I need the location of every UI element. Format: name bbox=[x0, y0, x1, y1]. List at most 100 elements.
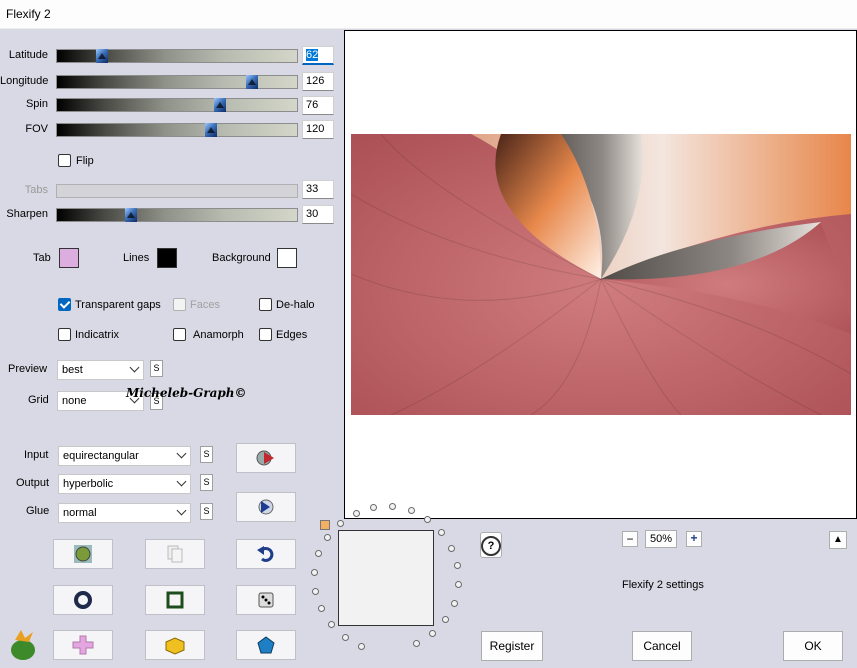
undo-icon bbox=[257, 546, 274, 562]
dial-dot[interactable] bbox=[413, 640, 421, 648]
dial-dot[interactable] bbox=[315, 550, 323, 558]
zoom-out-button[interactable]: − bbox=[622, 531, 638, 547]
cancel-button[interactable]: Cancel bbox=[632, 631, 692, 661]
output-select[interactable]: hyperbolic bbox=[58, 474, 191, 494]
preview-s-button[interactable]: S bbox=[150, 360, 163, 377]
glue-s-button[interactable]: S bbox=[200, 503, 213, 520]
flip-checkbox[interactable] bbox=[58, 154, 71, 167]
sharpen-label: Sharpen bbox=[6, 208, 48, 220]
frame-icon bbox=[166, 591, 184, 609]
zoom-level: 50% bbox=[645, 530, 677, 548]
input-s-button[interactable]: S bbox=[200, 446, 213, 463]
frame-button[interactable] bbox=[145, 585, 205, 615]
dial-dot[interactable] bbox=[352, 509, 360, 517]
browse-button[interactable] bbox=[53, 539, 113, 569]
copy-button[interactable] bbox=[145, 539, 205, 569]
help-button[interactable]: ? bbox=[480, 532, 502, 558]
dial-dot[interactable] bbox=[454, 581, 462, 589]
title-bar: Flexify 2 bbox=[0, 0, 857, 29]
dial-dot[interactable] bbox=[312, 587, 320, 595]
cross-button[interactable] bbox=[53, 630, 113, 660]
dial-dot[interactable] bbox=[450, 599, 458, 607]
sharpen-slider[interactable] bbox=[56, 208, 298, 222]
dial-dot[interactable] bbox=[407, 507, 415, 515]
output-label: Output bbox=[16, 477, 50, 489]
preview-select[interactable]: best bbox=[57, 360, 144, 380]
dial-dot[interactable] bbox=[341, 633, 349, 641]
spin-input[interactable]: 76 bbox=[302, 96, 334, 115]
latitude-slider[interactable] bbox=[56, 49, 298, 63]
pentagon-icon bbox=[257, 636, 275, 654]
cube-button[interactable] bbox=[145, 630, 205, 660]
fov-label: FOV bbox=[25, 123, 48, 135]
cd-play-button[interactable] bbox=[236, 492, 296, 522]
input-label: Input bbox=[24, 449, 49, 461]
preview-pane[interactable] bbox=[344, 30, 857, 519]
dial-dot[interactable] bbox=[448, 544, 456, 552]
longitude-slider[interactable] bbox=[56, 75, 298, 89]
tab-color-swatch[interactable] bbox=[59, 248, 79, 268]
undo-button[interactable] bbox=[236, 539, 296, 569]
play-icon bbox=[256, 450, 274, 466]
chevron-up-icon: ▲ bbox=[833, 534, 843, 545]
dial-dot[interactable] bbox=[424, 516, 432, 524]
glue-select[interactable]: normal bbox=[58, 503, 191, 523]
zoom-in-button[interactable]: + bbox=[686, 531, 702, 547]
register-button[interactable]: Register bbox=[481, 631, 543, 661]
ok-button[interactable]: OK bbox=[783, 631, 843, 661]
spin-slider[interactable] bbox=[56, 98, 298, 112]
random-button[interactable] bbox=[236, 585, 296, 615]
spin-slider-thumb[interactable] bbox=[214, 98, 226, 112]
cd-play-icon bbox=[258, 499, 274, 515]
dial-dot[interactable] bbox=[441, 616, 449, 624]
fov-slider[interactable] bbox=[56, 123, 298, 137]
faces-checkbox bbox=[173, 298, 186, 311]
settings-label: Flexify 2 settings bbox=[622, 579, 704, 591]
dial-dot[interactable] bbox=[358, 642, 366, 650]
longitude-slider-thumb[interactable] bbox=[246, 75, 258, 89]
window-title: Flexify 2 bbox=[6, 7, 51, 21]
orientation-handle[interactable] bbox=[320, 520, 330, 530]
sharpen-input[interactable]: 30 bbox=[302, 205, 334, 224]
input-select[interactable]: equirectangular bbox=[58, 446, 191, 466]
transparent-gaps-checkbox[interactable] bbox=[58, 298, 71, 311]
background-color-swatch[interactable] bbox=[277, 248, 297, 268]
anamorph-checkbox[interactable] bbox=[173, 328, 186, 341]
tabs-label: Tabs bbox=[24, 184, 48, 196]
spin-label: Spin bbox=[25, 98, 48, 110]
indicatrix-label: Indicatrix bbox=[75, 329, 120, 341]
output-s-button[interactable]: S bbox=[200, 474, 213, 491]
dial-dot[interactable] bbox=[311, 568, 319, 576]
ring-button[interactable] bbox=[53, 585, 113, 615]
thumbnail-preview[interactable] bbox=[338, 530, 434, 626]
tabs-input[interactable]: 33 bbox=[302, 180, 334, 199]
lines-color-label: Lines bbox=[123, 252, 150, 264]
tab-color-label: Tab bbox=[33, 252, 51, 264]
polyhedron-button[interactable] bbox=[236, 630, 296, 660]
dial-dot[interactable] bbox=[324, 533, 332, 541]
latitude-slider-thumb[interactable] bbox=[96, 49, 108, 63]
de-halo-checkbox[interactable] bbox=[259, 298, 272, 311]
dial-dot[interactable] bbox=[453, 562, 461, 570]
latitude-input[interactable]: 62 bbox=[302, 46, 334, 65]
tabs-slider bbox=[56, 184, 298, 198]
sharpen-slider-thumb[interactable] bbox=[125, 208, 137, 222]
lines-color-swatch[interactable] bbox=[157, 248, 177, 268]
indicatrix-checkbox[interactable] bbox=[58, 328, 71, 341]
dial-dot[interactable] bbox=[317, 605, 325, 613]
dice-icon bbox=[258, 592, 274, 608]
globe-icon bbox=[74, 545, 92, 563]
dial-dot[interactable] bbox=[336, 519, 344, 527]
longitude-input[interactable]: 126 bbox=[302, 72, 334, 91]
dial-dot[interactable] bbox=[327, 621, 335, 629]
fov-input[interactable]: 120 bbox=[302, 120, 334, 139]
fov-slider-thumb[interactable] bbox=[205, 123, 217, 137]
background-color-label: Background bbox=[212, 252, 271, 264]
anamorph-label: Anamorph bbox=[193, 329, 244, 341]
edges-checkbox[interactable] bbox=[259, 328, 272, 341]
dial-dot[interactable] bbox=[438, 528, 446, 536]
dial-dot[interactable] bbox=[429, 630, 437, 638]
play-button[interactable] bbox=[236, 443, 296, 473]
collapse-button[interactable]: ▲ bbox=[829, 531, 847, 549]
flip-label: Flip bbox=[76, 155, 94, 167]
